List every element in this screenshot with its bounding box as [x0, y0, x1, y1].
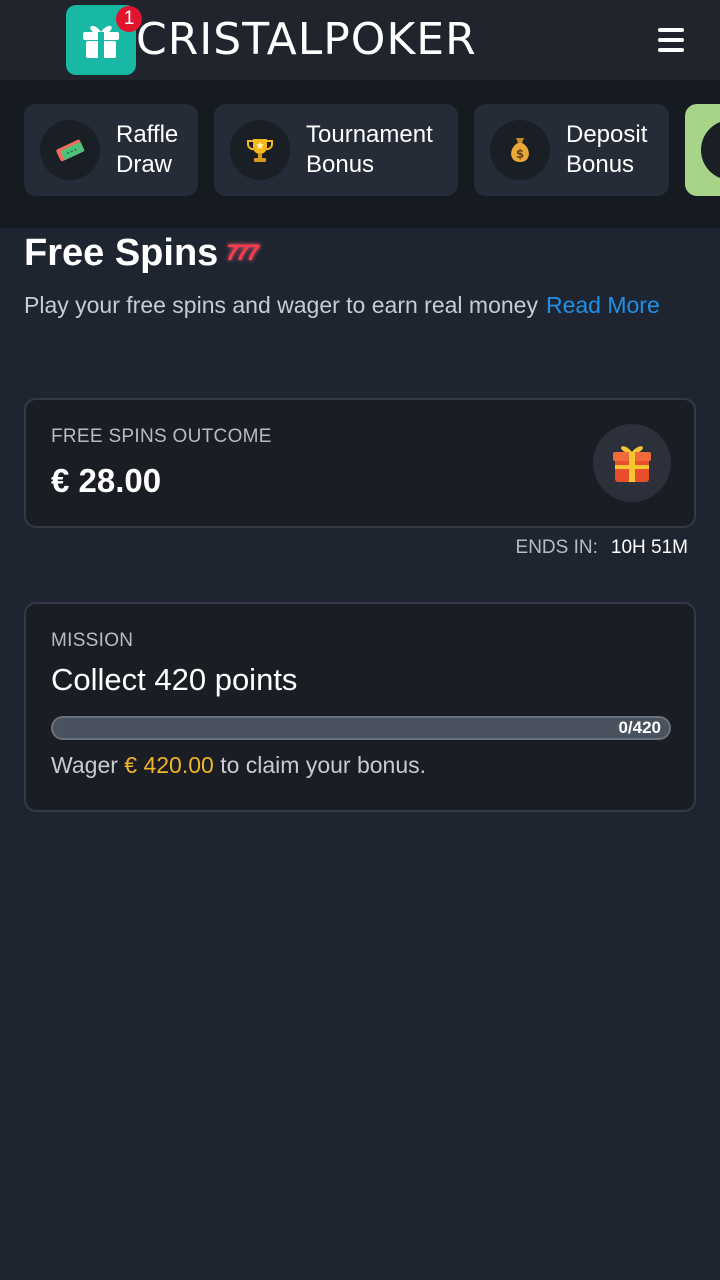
logo-text: CRISTALPOKER	[136, 14, 477, 65]
wager-amount: € 420.00	[124, 752, 214, 778]
ends-in-label: ENDS IN:	[515, 537, 598, 558]
tab-free-spins[interactable]	[685, 104, 720, 196]
page-title: Free Spins	[24, 232, 219, 274]
top-bar: 1 CRISTALPOKER	[0, 0, 720, 80]
bonus-tabs: Raffle Draw Tournament Bonus $ Deposit B…	[0, 80, 720, 228]
brand-logo[interactable]: CRISTALPOKER	[136, 14, 477, 66]
mission-label: MISSION	[51, 630, 134, 651]
lucky-sevens-icon: 777	[226, 240, 259, 265]
gift-icon	[83, 25, 119, 58]
read-more-link[interactable]: Read More	[546, 292, 660, 318]
page-header: Free Spins 777	[24, 230, 259, 276]
gift-box-icon[interactable]	[593, 424, 671, 502]
tab-raffle-draw[interactable]: Raffle Draw	[24, 104, 198, 196]
page-description: Play your free spins and wager to earn r…	[24, 287, 704, 323]
tab-deposit-bonus[interactable]: $ Deposit Bonus	[474, 104, 669, 196]
menu-line-icon	[658, 48, 684, 52]
svg-text:$: $	[516, 147, 524, 161]
mission-progress-bar: 0/420	[51, 716, 671, 740]
free-spins-outcome-card: FREE SPINS OUTCOME € 28.00	[24, 398, 696, 528]
ticket-icon	[40, 120, 100, 180]
progress-text: 0/420	[618, 718, 661, 737]
countdown: ENDS IN: 10H 51M	[516, 537, 688, 559]
tab-label: Raffle Draw	[116, 121, 179, 178]
money-bag-icon: $	[490, 120, 550, 180]
trophy-icon	[230, 120, 290, 180]
outcome-label: FREE SPINS OUTCOME	[51, 426, 272, 447]
hamburger-menu-button[interactable]	[658, 28, 686, 54]
mission-card: MISSION Collect 420 points 0/420 Wager €…	[24, 602, 696, 812]
menu-line-icon	[658, 38, 684, 42]
outcome-amount: € 28.00	[51, 462, 162, 499]
wager-instructions: Wager € 420.00 to claim your bonus.	[51, 752, 426, 779]
description-text: Play your free spins and wager to earn r…	[24, 292, 538, 318]
tab-label: Deposit Bonus	[566, 121, 648, 178]
slot-machine-icon	[701, 120, 720, 180]
wager-suffix: to claim your bonus.	[220, 752, 427, 778]
tab-tournament-bonus[interactable]: Tournament Bonus	[214, 104, 458, 196]
mission-title: Collect 420 points	[51, 662, 298, 697]
wager-prefix: Wager	[51, 752, 118, 778]
ends-in-value: 10H 51M	[610, 537, 688, 558]
menu-line-icon	[658, 28, 684, 32]
tab-label: Tournament Bonus	[306, 121, 433, 178]
